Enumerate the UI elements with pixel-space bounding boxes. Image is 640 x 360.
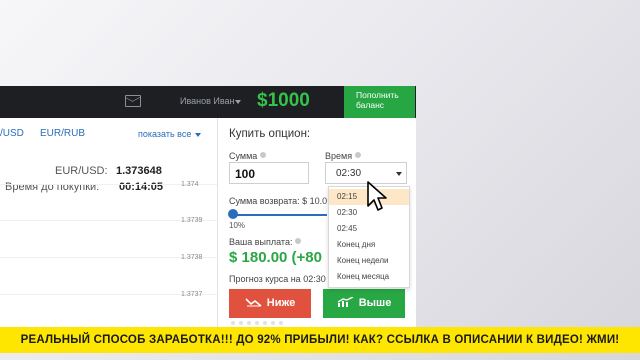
price-tick: 1.3738	[181, 254, 203, 261]
help-icon[interactable]	[355, 152, 362, 158]
time-option[interactable]: 02:45	[329, 221, 409, 237]
deposit-button-label: Пополнить баланс	[356, 90, 399, 110]
payout-value: $ 180.00 (+80	[229, 249, 322, 266]
time-label: Время	[325, 151, 362, 161]
slider-percent: 10%	[229, 221, 246, 230]
time-to-purchase-value: 00:14:05	[119, 181, 164, 193]
higher-button-label: Выше	[358, 297, 392, 309]
buy-option-title: Купить опцион:	[229, 128, 311, 140]
lower-button-label: Ниже	[266, 297, 296, 309]
tab-eur-rub[interactable]: EUR/RUB	[40, 128, 85, 139]
amount-input[interactable]: 100	[229, 162, 309, 184]
slider-handle[interactable]	[228, 209, 238, 219]
deposit-button[interactable]: Пополнить баланс	[344, 86, 415, 118]
time-option[interactable]: Конец дня	[329, 237, 409, 253]
amount-label-text: Сумма	[229, 151, 258, 161]
time-to-purchase-label: Время до покупки:	[5, 181, 100, 193]
mouse-cursor-icon	[367, 181, 387, 211]
account-balance: $1000	[257, 90, 310, 111]
chevron-down-icon[interactable]	[195, 133, 201, 137]
chevron-down-icon[interactable]	[235, 100, 241, 104]
pair-rate: 1.373648	[116, 165, 162, 177]
tab-usd[interactable]: /USD	[0, 128, 24, 139]
panel-divider	[217, 118, 218, 340]
return-amount: Сумма возврата: $ 10.0	[229, 196, 328, 206]
chevron-down-icon[interactable]	[396, 172, 402, 176]
amount-label: Сумма	[229, 151, 267, 161]
time-label-text: Время	[325, 151, 353, 161]
price-tick: 1.3739	[181, 217, 203, 224]
lower-button[interactable]: Ниже	[229, 289, 311, 318]
user-name[interactable]: Иванов Иван	[180, 96, 235, 106]
higher-button[interactable]: Выше	[323, 289, 405, 318]
payout-label-text: Ваша выплата:	[229, 237, 293, 247]
price-tick: 1.374	[181, 181, 199, 188]
stars-row	[231, 321, 283, 325]
payout-label: Ваша выплата:	[229, 237, 302, 247]
forecast-label: Прогноз курса на 02:30	[229, 274, 326, 284]
trend-up-icon	[337, 297, 354, 307]
promo-banner[interactable]: РЕАЛЬНЫЙ СПОСОБ ЗАРАБОТКА!!! ДО 92% ПРИБ…	[0, 327, 640, 353]
help-icon[interactable]	[295, 238, 302, 244]
time-option[interactable]: Конец недели	[329, 253, 409, 269]
help-icon[interactable]	[260, 152, 267, 158]
return-slider[interactable]	[233, 214, 327, 216]
pair-label: EUR/USD:	[55, 165, 108, 177]
time-option[interactable]: Конец месяца	[329, 269, 409, 285]
price-tick: 1.3737	[181, 291, 203, 298]
trend-down-icon	[245, 298, 262, 307]
show-all-link[interactable]: показать все	[138, 129, 191, 139]
mail-icon[interactable]	[125, 95, 141, 107]
